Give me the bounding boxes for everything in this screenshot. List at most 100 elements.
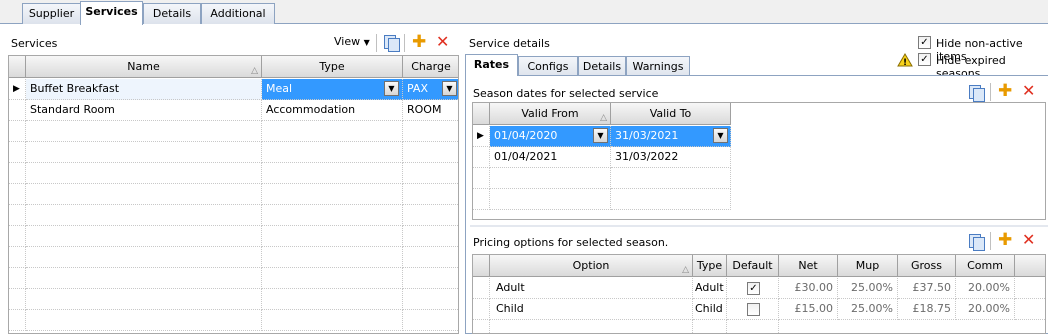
toolbar-separator <box>376 34 377 52</box>
seasons-grid: Valid From △ Valid To ▶ 01/04/2020 ▼ 31/… <box>472 102 1046 220</box>
tab-additional[interactable]: Additional <box>201 3 275 24</box>
row-selector[interactable] <box>473 147 490 168</box>
default-checkbox[interactable] <box>747 303 760 316</box>
column-header-comm[interactable]: Comm <box>956 255 1015 277</box>
hide-non-active-checkbox[interactable]: ✓ <box>918 36 931 49</box>
cell-gross[interactable]: £18.75 <box>898 299 956 320</box>
cell-net[interactable]: £30.00 <box>779 278 838 299</box>
row-pointer-icon: ▶ <box>13 84 20 94</box>
copy-icon[interactable] <box>968 233 985 251</box>
cell-net[interactable]: £15.00 <box>779 299 838 320</box>
toolbar-separator <box>990 232 991 250</box>
cell-mup[interactable]: 25.00% <box>838 299 898 320</box>
column-header-gross[interactable]: Gross <box>898 255 956 277</box>
column-header-mup[interactable]: Mup <box>838 255 898 277</box>
chevron-down-icon[interactable]: ▼ <box>713 128 728 143</box>
column-label: Option <box>572 259 610 272</box>
add-icon[interactable]: ✚ <box>998 83 1012 100</box>
column-header-default[interactable]: Default <box>727 255 779 277</box>
empty-cell <box>403 289 458 310</box>
column-header-name[interactable]: Name △ <box>26 56 262 78</box>
cell-service-name[interactable]: Standard Room <box>26 100 262 121</box>
column-header-valid-to[interactable]: Valid To <box>611 103 731 125</box>
cell-service-name[interactable]: Buffet Breakfast <box>26 79 262 100</box>
delete-icon[interactable]: ✕ <box>1022 83 1035 99</box>
column-label: Name <box>127 60 160 73</box>
empty-cell <box>26 226 262 247</box>
toolbar-separator <box>404 34 405 52</box>
service-details-title: Service details <box>469 37 550 50</box>
tab-details[interactable]: Details <box>578 56 626 77</box>
delete-icon[interactable]: ✕ <box>1022 232 1035 248</box>
cell-option[interactable]: Adult <box>490 278 693 299</box>
cell-type[interactable]: Child <box>693 299 727 320</box>
column-header-net[interactable]: Net <box>779 255 838 277</box>
hide-expired-checkbox[interactable]: ✓ <box>918 53 931 66</box>
empty-cell <box>262 184 403 205</box>
empty-cell <box>262 247 403 268</box>
add-icon[interactable]: ✚ <box>412 34 426 51</box>
delete-icon[interactable]: ✕ <box>436 34 449 50</box>
cell-comm[interactable]: 20.00% <box>956 278 1015 299</box>
cell-service-type-dropdown[interactable]: Meal ▼ <box>262 79 403 100</box>
copy-icon[interactable] <box>383 34 400 52</box>
empty-cell <box>403 247 458 268</box>
cell-valid-to[interactable]: 31/03/2022 <box>611 147 731 168</box>
empty-cell <box>9 268 26 289</box>
seasons-title: Season dates for selected service <box>473 87 659 100</box>
row-selector[interactable]: ▶ <box>473 126 490 147</box>
cell-type[interactable]: Adult <box>693 278 727 299</box>
tab-configs[interactable]: Configs <box>518 56 578 77</box>
tab-services[interactable]: Services <box>80 1 143 25</box>
tab-warnings[interactable]: Warnings <box>626 56 690 77</box>
row-header-corner <box>473 103 490 125</box>
empty-cell <box>262 142 403 163</box>
row-selector[interactable] <box>473 299 490 320</box>
cell-comm[interactable]: 20.00% <box>956 299 1015 320</box>
cell-service-charge[interactable]: ROOM <box>403 100 458 121</box>
cell-default: ✓ <box>727 278 779 299</box>
tab-supplier[interactable]: Supplier <box>22 3 81 24</box>
cell-valid-from-dropdown[interactable]: 01/04/2020 ▼ <box>490 126 611 147</box>
cell-valid-to-dropdown[interactable]: 31/03/2021 ▼ <box>611 126 731 147</box>
row-selector[interactable] <box>9 100 26 121</box>
add-icon[interactable]: ✚ <box>998 232 1012 249</box>
column-header-option[interactable]: Option △ <box>490 255 693 277</box>
cell-mup[interactable]: 25.00% <box>838 278 898 299</box>
chevron-down-icon[interactable]: ▼ <box>593 128 608 143</box>
empty-cell <box>490 189 611 210</box>
empty-cell <box>26 142 262 163</box>
row-header-corner <box>473 255 490 277</box>
row-selector[interactable]: ▶ <box>9 79 26 100</box>
column-label: Valid From <box>521 107 579 120</box>
row-selector[interactable] <box>473 278 490 299</box>
valid-from-value: 01/04/2020 <box>494 129 558 142</box>
cell-gross[interactable]: £37.50 <box>898 278 956 299</box>
empty-cell <box>403 268 458 289</box>
cell-service-charge-dropdown[interactable]: PAX ▼ <box>403 79 458 100</box>
charge-value: PAX <box>407 82 428 95</box>
column-header-charge[interactable]: Charge <box>403 56 458 78</box>
detail-tab-strip: Rates Configs Details Warnings <box>465 54 695 77</box>
cell-service-type[interactable]: Accommodation <box>262 100 403 121</box>
valid-to-value: 31/03/2021 <box>615 129 679 142</box>
column-header-valid-from[interactable]: Valid From △ <box>490 103 611 125</box>
empty-cell <box>9 289 26 310</box>
cell-valid-from[interactable]: 01/04/2021 <box>490 147 611 168</box>
chevron-down-icon[interactable]: ▼ <box>384 81 399 96</box>
view-menu[interactable]: View ▼ <box>334 35 370 48</box>
chevron-down-icon[interactable]: ▼ <box>442 81 457 96</box>
column-header-type[interactable]: Type <box>693 255 727 277</box>
row-header-corner <box>9 56 26 78</box>
toolbar-separator <box>990 83 991 101</box>
splitter[interactable] <box>470 225 1048 227</box>
tab-details[interactable]: Details <box>143 3 201 24</box>
column-header-type[interactable]: Type <box>262 56 403 78</box>
default-checkbox[interactable]: ✓ <box>747 282 760 295</box>
cell-option[interactable]: Child <box>490 299 693 320</box>
empty-cell <box>9 310 26 331</box>
empty-cell <box>403 121 458 142</box>
copy-icon[interactable] <box>968 84 985 102</box>
tab-rates[interactable]: Rates <box>465 54 518 76</box>
empty-cell <box>262 310 403 331</box>
